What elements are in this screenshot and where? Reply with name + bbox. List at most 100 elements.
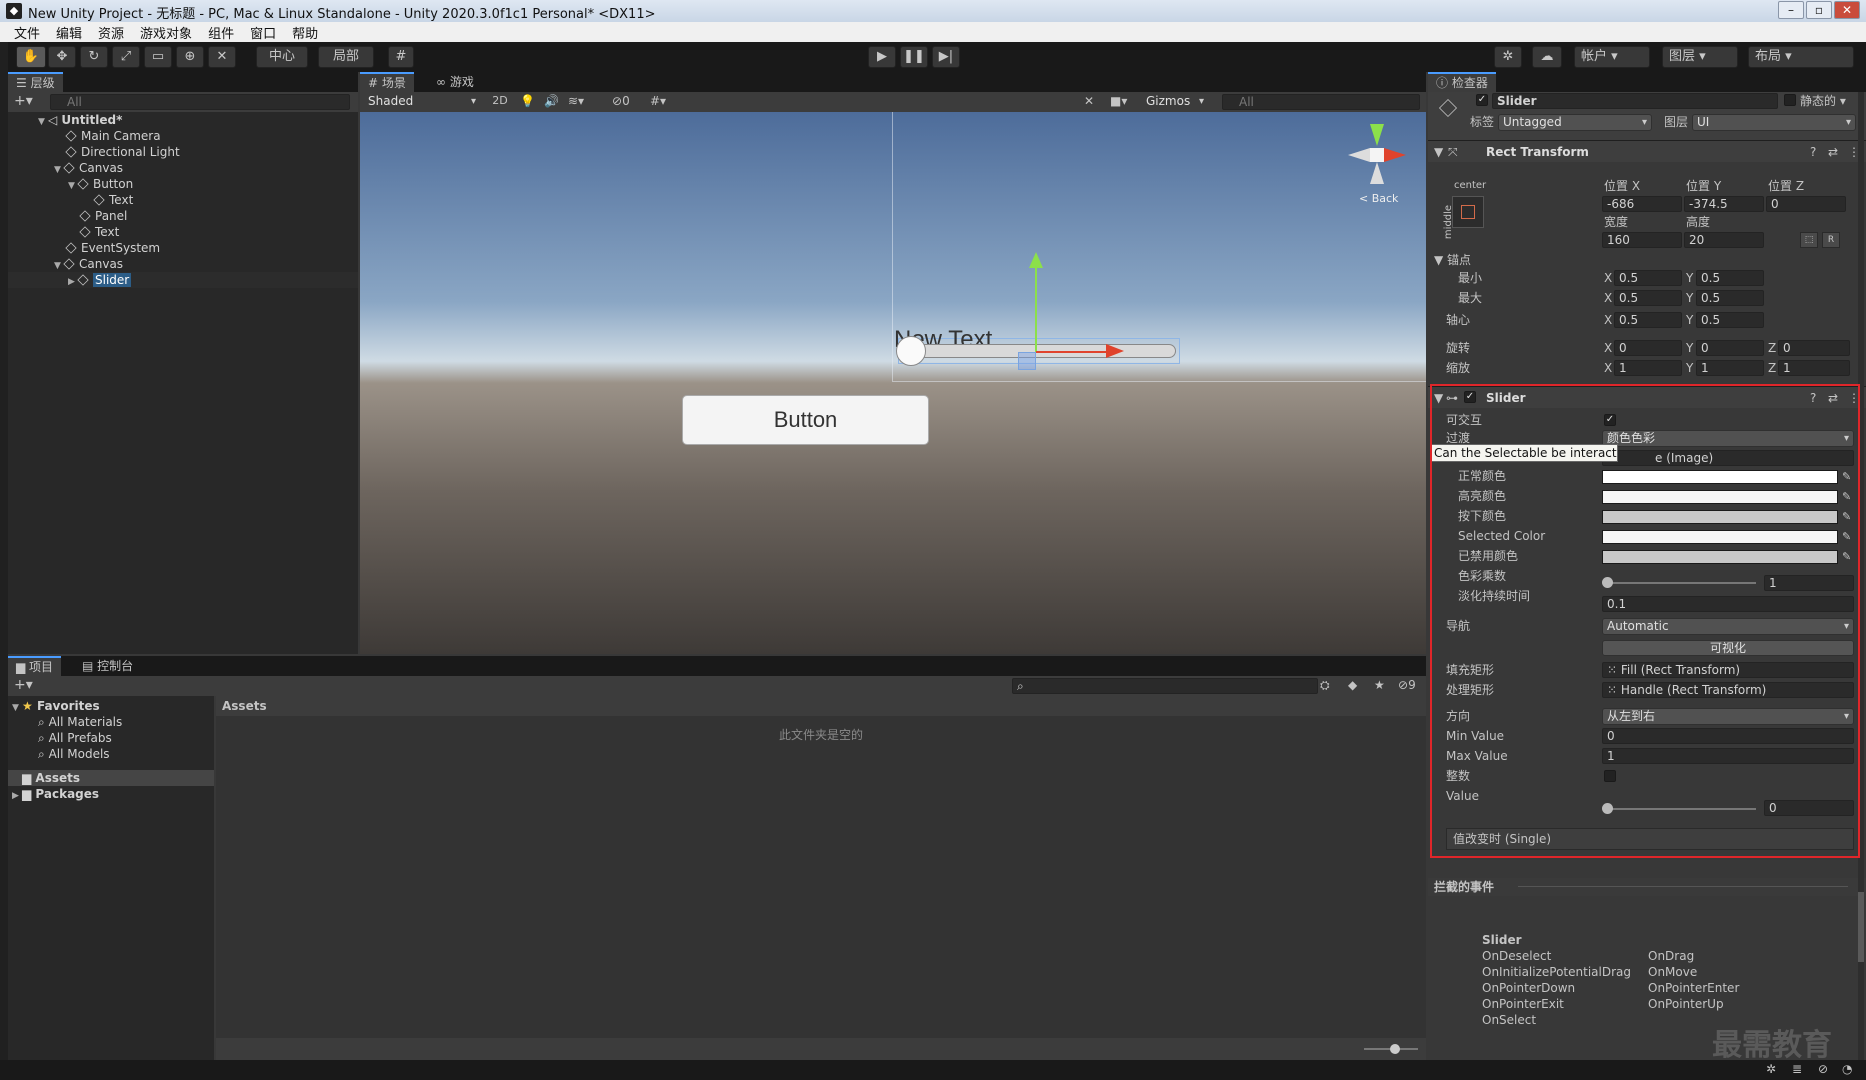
menu-gameobject[interactable]: 游戏对象	[140, 23, 192, 42]
custom-tool-icon[interactable]: ✕	[208, 46, 236, 68]
cloud-icon[interactable]: ☁	[1532, 46, 1562, 68]
slider-handle[interactable]	[896, 336, 926, 366]
direction-dropdown[interactable]: 从左到右	[1602, 708, 1854, 725]
layout-dropdown[interactable]: 布局 ▾	[1748, 46, 1854, 68]
scene-viewport[interactable]: New Text Button < Back	[360, 112, 1426, 654]
move-tool-icon[interactable]: ✥	[48, 46, 76, 68]
pivot-toggle[interactable]: 中心	[256, 46, 308, 68]
scale-z-input[interactable]: 1	[1778, 360, 1850, 376]
rotation-x-input[interactable]: 0	[1614, 340, 1682, 356]
tree-item[interactable]: ▼ Button	[68, 176, 133, 192]
slider-header[interactable]: ▼ ⊶ ✓ Slider ? ⇄ ⋮	[1428, 386, 1866, 408]
selected-color-swatch[interactable]	[1602, 530, 1838, 544]
multiplier-input[interactable]: 1	[1764, 575, 1854, 591]
favorite-item[interactable]: ⌕ All Materials	[38, 714, 122, 730]
rotation-y-input[interactable]: 0	[1696, 340, 1764, 356]
gizmo-y-cone[interactable]	[1370, 124, 1384, 146]
project-search-input[interactable]: ⌕	[1012, 678, 1318, 694]
tab-hierarchy[interactable]: ☰ 层级	[8, 72, 63, 92]
menu-help[interactable]: 帮助	[292, 23, 318, 42]
menu-component[interactable]: 组件	[208, 23, 234, 42]
scene-root[interactable]: ▼ ◁ Untitled*	[38, 112, 122, 128]
anchor-min-y-input[interactable]: 0.5	[1696, 270, 1764, 286]
layer-dropdown[interactable]: UI	[1692, 114, 1856, 131]
gizmo-center[interactable]	[1370, 148, 1384, 162]
tools-icon[interactable]: ✕	[1084, 94, 1094, 108]
scale-y-input[interactable]: 1	[1696, 360, 1764, 376]
effects-icon[interactable]: ≋▾	[568, 94, 584, 108]
mode-2d-button[interactable]: 2D	[488, 94, 512, 110]
tree-item[interactable]: Text	[79, 224, 119, 240]
y-arrow-icon[interactable]	[1029, 252, 1043, 268]
interactable-checkbox[interactable]: ✓	[1604, 414, 1616, 426]
menu-window[interactable]: 窗口	[250, 23, 276, 42]
collab-icon[interactable]: ✲	[1494, 46, 1522, 68]
space-toggle[interactable]: 局部	[318, 46, 374, 68]
whole-numbers-checkbox[interactable]	[1604, 770, 1616, 782]
tab-console[interactable]: ▤ 控制台	[74, 656, 141, 676]
account-dropdown[interactable]: 帐户 ▾	[1574, 46, 1650, 68]
tag-dropdown[interactable]: Untagged	[1498, 114, 1652, 131]
scale-tool-icon[interactable]: ⤢	[112, 46, 140, 68]
hidden-objects-icon[interactable]: ⊘0	[612, 94, 630, 108]
tree-item[interactable]: Directional Light	[65, 144, 180, 160]
multiplier-slider-handle[interactable]	[1602, 577, 1613, 588]
pause-button[interactable]: ❚❚	[900, 46, 928, 68]
anchor-min-x-input[interactable]: 0.5	[1614, 270, 1682, 286]
normal-color-swatch[interactable]	[1602, 470, 1838, 484]
pivot-x-input[interactable]: 0.5	[1614, 312, 1682, 328]
help-icon[interactable]: ?	[1810, 144, 1816, 160]
raw-edit-button[interactable]: R	[1822, 232, 1840, 248]
add-asset-icon[interactable]: +▾	[14, 677, 33, 693]
pos-z-input[interactable]: 0	[1766, 196, 1846, 212]
disabled-color-swatch[interactable]	[1602, 550, 1838, 564]
filter-label-icon[interactable]: ◆	[1348, 678, 1357, 692]
gizmo-neg-y-cone[interactable]	[1370, 162, 1384, 184]
value-slider-handle[interactable]	[1602, 803, 1613, 814]
scene-search-input[interactable]: All	[1222, 94, 1420, 110]
anchor-max-y-input[interactable]: 0.5	[1696, 290, 1764, 306]
hidden-packages-icon[interactable]: ⊘9	[1398, 678, 1416, 692]
max-value-input[interactable]: 1	[1602, 748, 1854, 764]
width-input[interactable]: 160	[1602, 232, 1682, 248]
scene-button[interactable]: Button	[682, 395, 929, 445]
grid-snap-icon[interactable]: #	[388, 46, 414, 68]
events-header[interactable]: 拦截的事件 ⋮	[1428, 878, 1866, 896]
assets-folder[interactable]: ▆ Assets	[12, 770, 80, 786]
menu-edit[interactable]: 编辑	[56, 23, 82, 42]
cache-icon[interactable]: ⊘	[1818, 1062, 1828, 1076]
shading-dropdown[interactable]: Shaded	[364, 94, 480, 111]
scale-x-input[interactable]: 1	[1614, 360, 1682, 376]
static-dropdown[interactable]: 静态的 ▾	[1800, 93, 1846, 109]
hierarchy-search-input[interactable]: All	[50, 94, 350, 110]
target-graphic-field[interactable]: e (Image)	[1602, 450, 1854, 466]
rotation-z-input[interactable]: 0	[1778, 340, 1850, 356]
anchor-presets-button[interactable]	[1452, 196, 1484, 228]
tree-item[interactable]: Main Camera	[65, 128, 161, 144]
eyedropper-icon[interactable]: ✎	[1842, 531, 1852, 542]
visualize-button[interactable]: 可视化	[1602, 640, 1854, 656]
blueprint-mode-button[interactable]: ⬚	[1800, 232, 1818, 248]
menu-assets[interactable]: 资源	[98, 23, 124, 42]
play-button[interactable]: ▶	[868, 46, 896, 68]
rect-tool-icon[interactable]: ▭	[144, 46, 172, 68]
highlighted-color-swatch[interactable]	[1602, 490, 1838, 504]
anchors-foldout[interactable]: ▼ 锚点	[1434, 252, 1471, 268]
pos-x-input[interactable]: -686	[1602, 196, 1682, 212]
transform-tool-icon[interactable]: ⊕	[176, 46, 204, 68]
transition-dropdown[interactable]: 颜色色彩	[1602, 430, 1854, 447]
tab-inspector[interactable]: ⓘ 检查器	[1428, 72, 1496, 92]
tab-project[interactable]: ▆ 项目	[8, 656, 62, 676]
tree-item[interactable]: ▼ Canvas	[54, 256, 123, 272]
x-arrow-icon[interactable]	[1106, 344, 1124, 358]
favorite-icon[interactable]: ★	[1374, 678, 1385, 692]
camera-icon[interactable]: ■▾	[1110, 94, 1127, 108]
inspector-scroll-thumb[interactable]	[1858, 892, 1864, 962]
handle-rect-field[interactable]: ⁙ Handle (Rect Transform)	[1602, 682, 1854, 698]
favorite-item[interactable]: ⌕ All Prefabs	[38, 730, 112, 746]
gizmo-back-label[interactable]: < Back	[1359, 192, 1398, 205]
lighting-status-icon[interactable]: ≣	[1792, 1062, 1802, 1076]
help-icon[interactable]: ?	[1810, 390, 1816, 406]
navigation-dropdown[interactable]: Automatic	[1602, 618, 1854, 635]
gizmo-neg-x-cone[interactable]	[1348, 148, 1370, 162]
